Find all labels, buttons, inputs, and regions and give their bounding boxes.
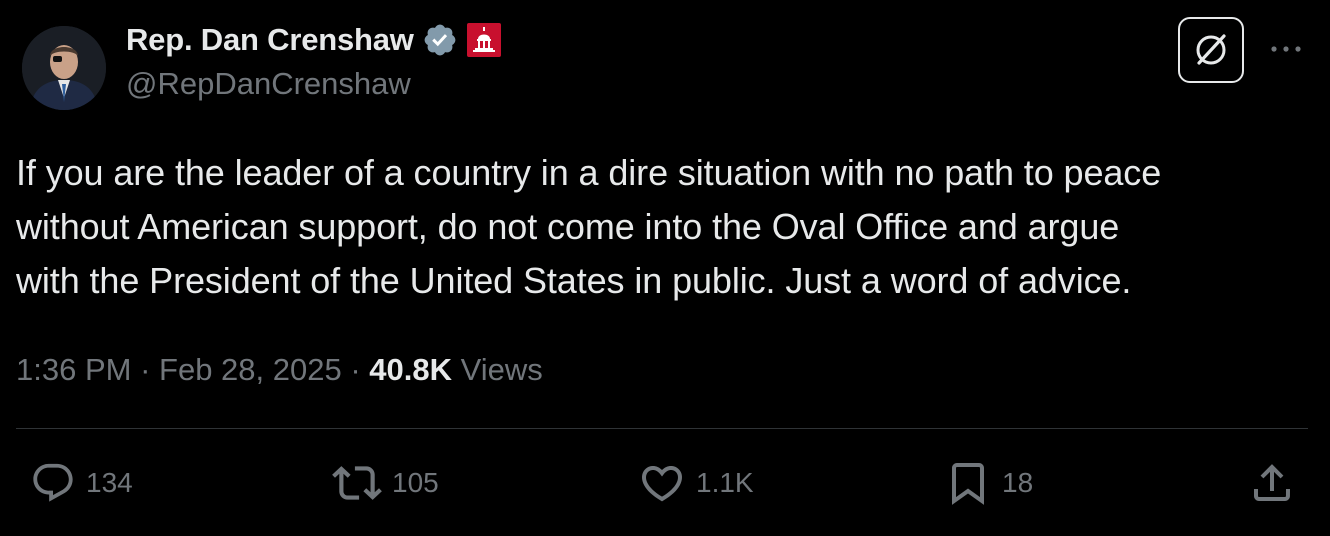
author-handle[interactable]: @RepDanCrenshaw xyxy=(126,66,411,102)
views-label[interactable]: Views xyxy=(452,352,543,388)
divider xyxy=(16,428,1308,429)
reply-icon xyxy=(33,463,73,502)
tweet-text: If you are the leader of a country in a … xyxy=(16,152,1162,301)
repost-button[interactable]: 105 xyxy=(332,458,439,508)
repost-icon xyxy=(332,466,382,500)
share-icon xyxy=(1254,464,1290,501)
more-options-button[interactable] xyxy=(1266,34,1306,64)
views-count[interactable]: 40.8K xyxy=(369,352,452,388)
verified-badge-icon[interactable] xyxy=(422,22,458,58)
grok-button[interactable] xyxy=(1178,17,1244,83)
tweet-time[interactable]: 1:36 PM xyxy=(16,352,131,388)
author-display-name[interactable]: Rep. Dan Crenshaw xyxy=(126,22,414,58)
more-dots-icon xyxy=(1271,46,1301,52)
repost-count: 105 xyxy=(392,467,439,498)
share-button[interactable] xyxy=(1248,458,1296,508)
meta-separator: · xyxy=(131,352,160,387)
avatar[interactable] xyxy=(22,26,106,110)
grok-icon xyxy=(1196,34,1226,65)
author-name-row: Rep. Dan Crenshaw xyxy=(126,20,502,60)
meta-separator: · xyxy=(341,352,370,387)
tweet-meta: 1:36 PM · Feb 28, 2025 · 40.8K Views xyxy=(16,348,543,392)
reply-count: 134 xyxy=(86,467,133,498)
heart-icon xyxy=(641,466,683,502)
us-capitol-icon[interactable] xyxy=(466,22,502,58)
like-count: 1.1K xyxy=(696,467,754,498)
bookmark-count: 18 xyxy=(1002,467,1034,498)
like-button[interactable]: 1.1K xyxy=(638,458,754,508)
bookmark-button[interactable]: 18 xyxy=(944,458,1033,508)
bookmark-icon xyxy=(952,463,984,505)
tweet-date[interactable]: Feb 28, 2025 xyxy=(159,352,342,388)
reply-button[interactable]: 134 xyxy=(30,458,133,508)
